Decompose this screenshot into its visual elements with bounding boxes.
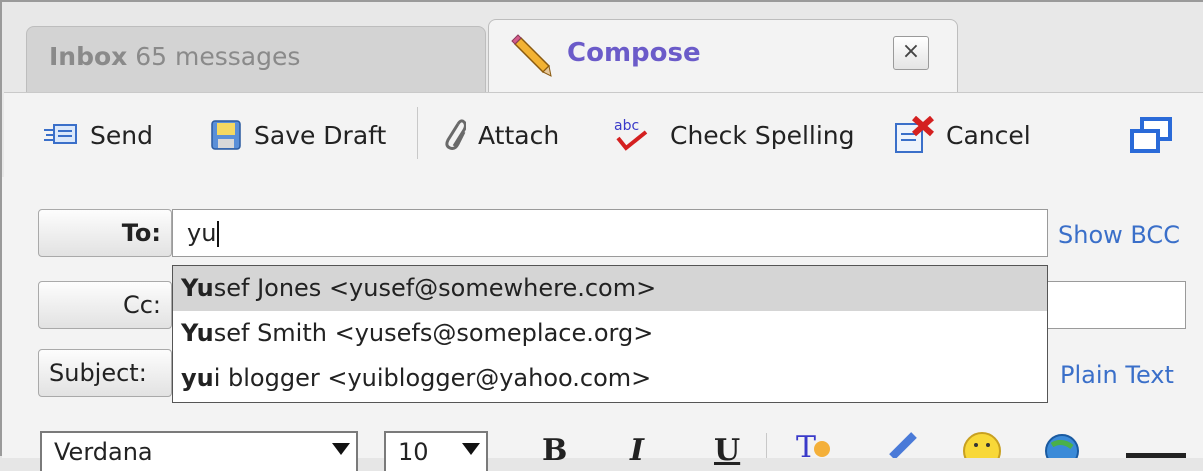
suggestion-item[interactable]: Yusef Jones <yusef@somewhere.com> [173,266,1047,311]
smiley-icon[interactable] [962,431,1002,458]
subject-button[interactable]: Subject: [38,349,172,397]
save-draft-button[interactable]: Save Draft [210,107,386,163]
cancel-icon [895,116,934,153]
send-label: Send [90,120,153,150]
cc-label: Cc: [122,291,161,319]
save-draft-label: Save Draft [254,120,387,150]
text-caret [217,221,220,247]
to-input[interactable]: yu [172,209,1048,257]
to-button[interactable]: To: [38,209,172,257]
send-button[interactable]: Send [44,107,153,163]
underline-button[interactable]: U [714,433,740,468]
tab-inbox-count: 65 messages [135,42,301,71]
save-icon [211,120,241,150]
pencil-icon [511,34,552,77]
globe-link-icon[interactable] [1042,431,1082,458]
show-bcc-link[interactable]: Show BCC [1058,221,1180,249]
suggestion-text: sef Smith <yusefs@someplace.org> [213,319,654,347]
tab-inbox[interactable]: Inbox 65 messages [26,26,486,92]
chevron-down-icon [332,443,350,455]
subject-label: Subject: [49,359,147,387]
paperclip-icon [445,119,466,150]
close-tab-button[interactable]: × [893,36,929,70]
font-size-select[interactable]: 10 [384,431,488,471]
format-divider [766,433,767,458]
suggestion-item[interactable]: yui blogger <yuiblogger@yahoo.com> [173,356,1047,401]
popout-window-icon[interactable] [1128,117,1174,155]
tab-compose-label: Compose [567,38,701,68]
check-spelling-label: Check Spelling [670,120,855,150]
compose-form: To: yu Show BCC Cc: Subject: Plain Text … [2,177,1203,471]
toolbar-divider [417,107,418,159]
autocomplete-dropdown: Yusef Jones <yusef@somewhere.com> Yusef … [172,265,1048,403]
compose-toolbar: Send Save Draft Attach abc Check Spellin… [4,92,1203,178]
tab-compose[interactable]: Compose × [488,19,958,94]
attach-label: Attach [478,120,560,150]
font-family-select[interactable]: Verdana [40,431,358,471]
suggestion-item[interactable]: Yusef Smith <yusefs@someplace.org> [173,311,1047,356]
font-size-value: 10 [398,438,429,466]
tab-bar: Inbox 65 messages Compose × [16,2,1203,94]
suggestion-match: Yu [181,274,214,302]
svg-text:T: T [796,431,816,458]
plain-text-link[interactable]: Plain Text [1060,361,1174,389]
cc-button[interactable]: Cc: [38,281,172,329]
send-icon [44,124,77,144]
chevron-down-icon [462,443,480,455]
suggestion-text: i blogger <yuiblogger@yahoo.com> [213,364,652,392]
suggestion-match: Yu [181,319,214,347]
cancel-label: Cancel [946,120,1031,150]
compose-window: Inbox 65 messages Compose × Send Save Dr… [0,0,1203,471]
suggestion-match: yu [181,364,214,392]
highlight-icon[interactable] [886,431,922,458]
spellcheck-icon: abc [614,118,648,151]
attach-button[interactable]: Attach [440,107,559,163]
cancel-button[interactable]: Cancel [894,107,1031,163]
svg-text:abc: abc [614,118,639,134]
to-input-value: yu [187,219,217,247]
text-color-icon[interactable]: T [792,431,832,458]
check-spelling-button[interactable]: abc Check Spelling [612,107,855,163]
to-label: To: [121,219,161,247]
suggestion-text: sef Jones <yusef@somewhere.com> [213,274,657,302]
italic-button[interactable]: I [630,433,644,468]
bold-button[interactable]: B [542,433,567,468]
tab-inbox-label: Inbox [49,42,128,71]
font-family-value: Verdana [54,438,153,466]
